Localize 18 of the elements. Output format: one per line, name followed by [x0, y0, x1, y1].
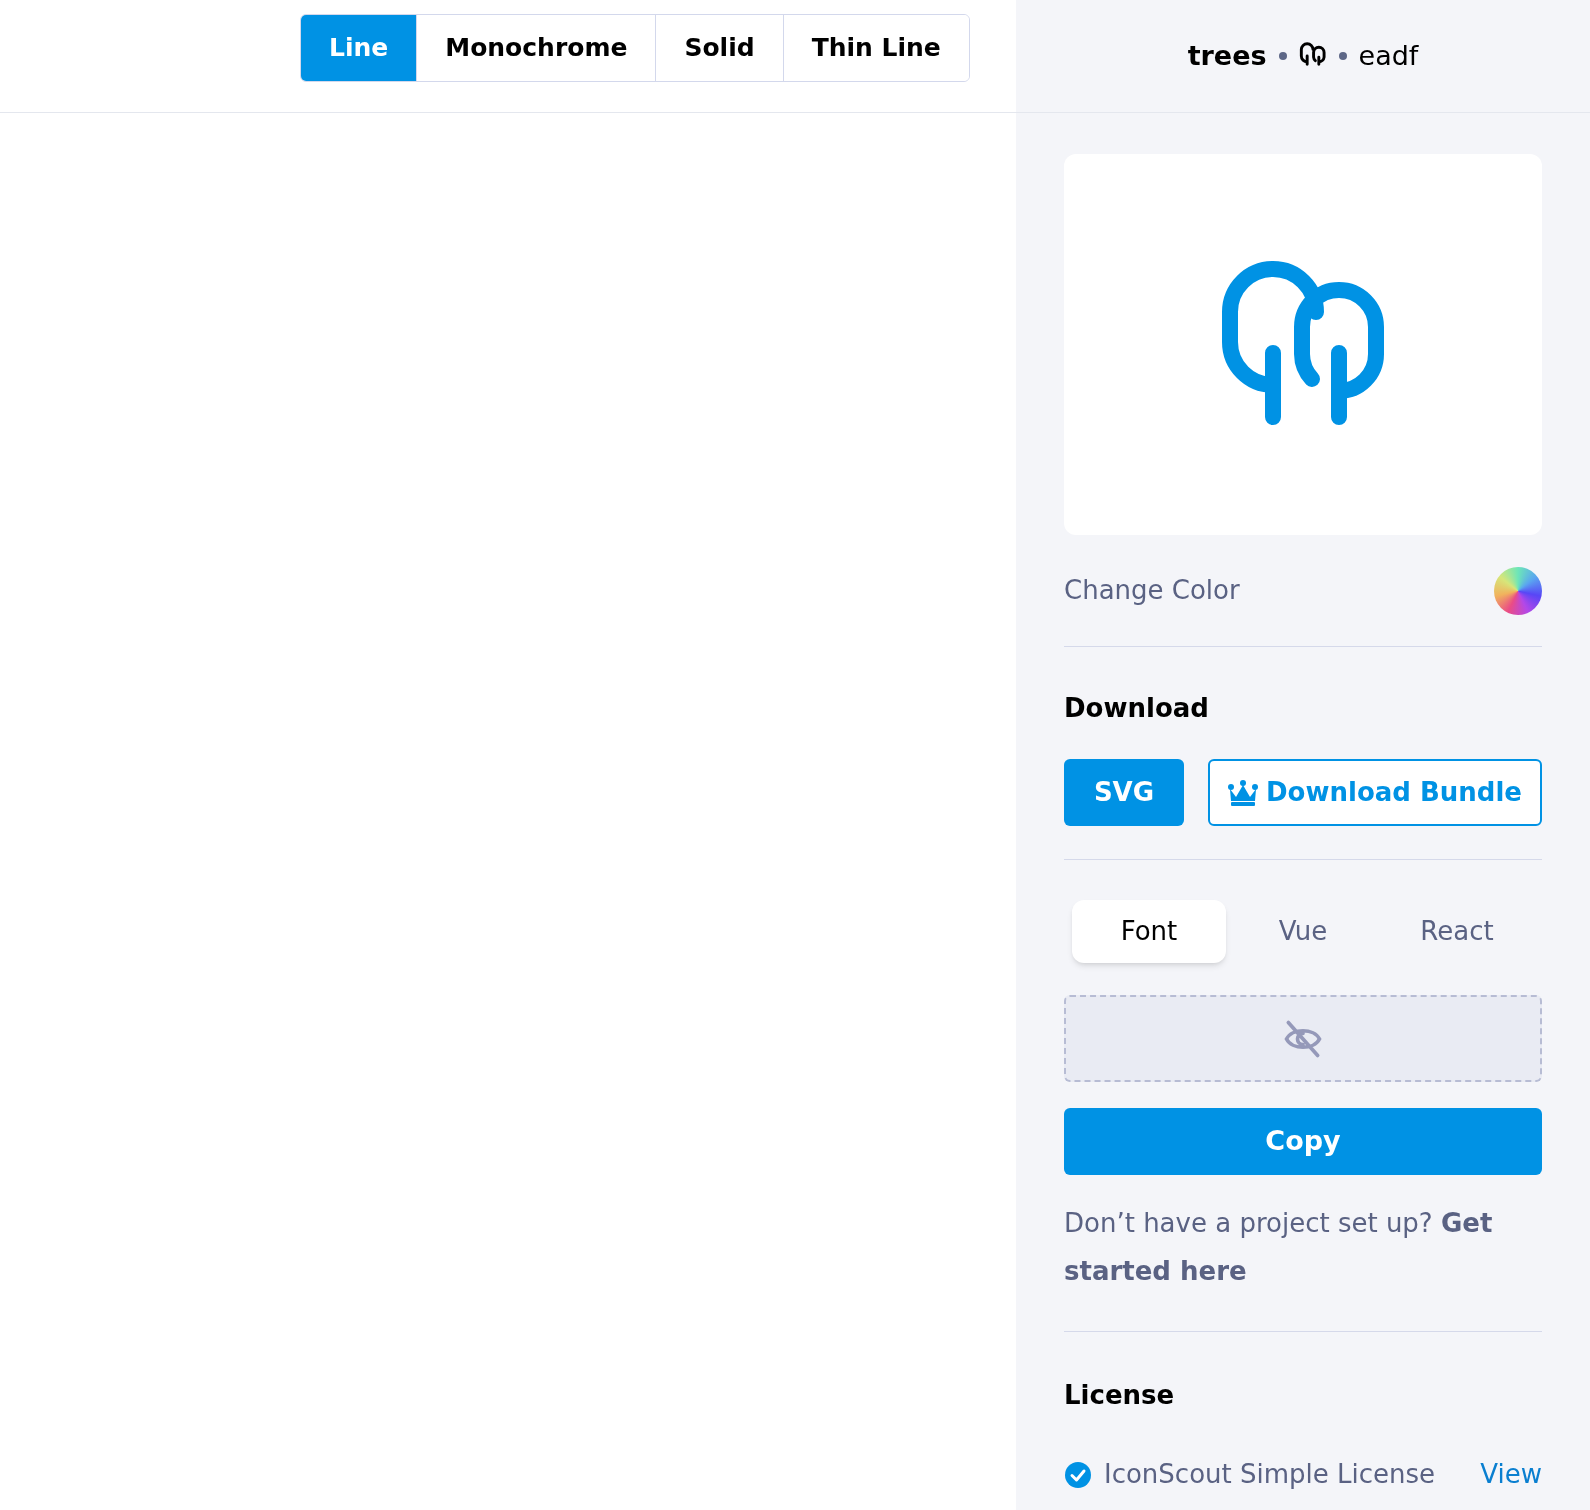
section-heading: Download: [1064, 692, 1210, 725]
help-text: Don’t have a project set up? Get started here: [1064, 1199, 1542, 1332]
style-tab[interactable]: Line: [301, 15, 417, 81]
crown-icon: [1228, 779, 1258, 806]
code-tab[interactable]: Font: [1072, 900, 1226, 963]
view-license-link[interactable]: View: [1480, 1455, 1542, 1494]
icon-name: trees: [1187, 38, 1267, 73]
svg-download-button[interactable]: SVG: [1064, 759, 1184, 826]
code-tab[interactable]: React: [1380, 900, 1534, 963]
code-tab[interactable]: Vue: [1226, 900, 1380, 963]
style-tab[interactable]: Thin Line: [782, 15, 969, 81]
change-color-label: Change Color: [1064, 574, 1240, 607]
section-heading: License: [1064, 1379, 1176, 1412]
license-name: IconScout Simple License: [1104, 1458, 1436, 1491]
copy-button[interactable]: Copy: [1064, 1108, 1542, 1175]
color-wheel-button[interactable]: [1494, 566, 1542, 615]
icon-code: eadf: [1358, 38, 1419, 73]
download-bundle-button[interactable]: Download Bundle: [1208, 759, 1542, 826]
